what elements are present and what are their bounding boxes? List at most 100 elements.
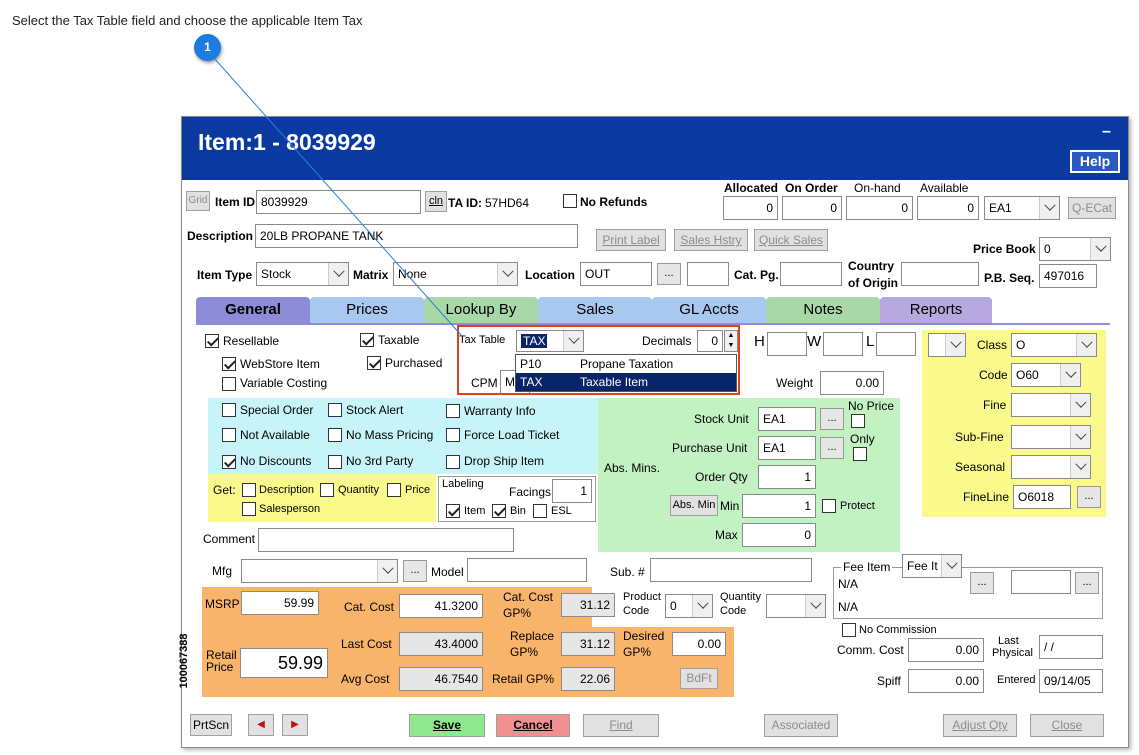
qecat-button[interactable]: Q-ECat <box>1068 197 1116 219</box>
print-label-button[interactable]: Print Label <box>596 229 666 251</box>
no-discounts-checkbox[interactable] <box>222 455 236 469</box>
location-extra-field[interactable] <box>687 262 729 286</box>
fee-lookup-button[interactable]: ... <box>970 572 994 594</box>
resellable-checkbox[interactable] <box>205 334 219 348</box>
comment-field[interactable] <box>258 528 514 552</box>
pb-seq-field[interactable]: 497016 <box>1039 264 1097 288</box>
decimals-field[interactable]: 0 <box>697 330 723 352</box>
force-load-ticket-checkbox[interactable] <box>446 428 460 442</box>
variable-costing-checkbox[interactable] <box>222 377 236 391</box>
code-select[interactable]: O60 <box>1011 363 1081 387</box>
sales-history-button[interactable]: Sales Hstry <box>674 229 748 251</box>
protect-checkbox[interactable] <box>822 499 836 513</box>
facings-field[interactable]: 1 <box>552 479 592 503</box>
no-commission-checkbox[interactable] <box>842 623 856 637</box>
cat-cost-field[interactable]: 41.3200 <box>399 594 483 618</box>
stock-unit-field[interactable]: EA1 <box>758 407 816 431</box>
tab-notes[interactable]: Notes <box>766 297 880 323</box>
height-field[interactable] <box>767 332 807 356</box>
stock-unit-lookup-button[interactable]: ... <box>820 408 844 430</box>
get-salesperson-checkbox[interactable] <box>242 502 256 516</box>
sub-field[interactable] <box>650 558 812 582</box>
price-book-select[interactable]: 0 <box>1039 237 1111 261</box>
tab-prices[interactable]: Prices <box>310 297 424 323</box>
model-field[interactable] <box>467 558 587 582</box>
help-button[interactable]: Help <box>1070 150 1120 173</box>
close-button[interactable]: Close <box>1030 714 1104 737</box>
msrp-field[interactable]: 59.99 <box>241 591 319 615</box>
label-esl-checkbox[interactable] <box>533 504 547 518</box>
bdft-button[interactable]: BdFt <box>680 668 718 689</box>
tab-sales[interactable]: Sales <box>538 297 652 323</box>
print-screen-button[interactable]: PrtScn <box>190 714 232 736</box>
no-price-checkbox[interactable] <box>851 414 865 428</box>
fee-lookup-button-2[interactable]: ... <box>1075 572 1099 594</box>
get-price-checkbox[interactable] <box>387 483 401 497</box>
tab-reports[interactable]: Reports <box>880 297 992 323</box>
mfg-lookup-button[interactable]: ... <box>403 560 427 582</box>
mfg-select[interactable] <box>241 559 398 583</box>
stock-alert-checkbox[interactable] <box>328 403 342 417</box>
max-field[interactable]: 0 <box>742 523 816 547</box>
not-available-checkbox[interactable] <box>222 428 236 442</box>
matrix-select[interactable]: None <box>393 262 518 286</box>
tax-option-p10[interactable]: P10 Propane Taxation <box>516 355 736 373</box>
desired-gp-field[interactable]: 0.00 <box>672 632 726 656</box>
get-description-checkbox[interactable] <box>242 483 256 497</box>
purchase-unit-lookup-button[interactable]: ... <box>820 437 844 459</box>
adjust-qty-button[interactable]: Adjust Qty <box>943 714 1017 737</box>
label-bin-checkbox[interactable] <box>492 504 506 518</box>
tab-lookup-by[interactable]: Lookup By <box>424 297 538 323</box>
purchase-unit-field[interactable]: EA1 <box>758 436 816 460</box>
warranty-info-checkbox[interactable] <box>446 404 460 418</box>
no-3rd-party-checkbox[interactable] <box>328 455 342 469</box>
drop-ship-checkbox[interactable] <box>446 455 460 469</box>
location-field[interactable]: OUT <box>580 262 652 286</box>
tab-general[interactable]: General <box>196 297 310 323</box>
weight-field[interactable]: 0.00 <box>820 371 884 395</box>
decimals-spinner[interactable]: ▲ ▼ <box>724 330 738 352</box>
fine-select[interactable] <box>1011 393 1091 417</box>
purchased-checkbox[interactable] <box>367 356 381 370</box>
country-field[interactable] <box>901 262 979 286</box>
class-select[interactable]: O <box>1011 333 1097 357</box>
next-icon[interactable]: ▶ <box>282 714 308 736</box>
description-field[interactable]: 20LB PROPANE TANK <box>255 224 578 248</box>
uom-select[interactable]: EA1 <box>984 196 1060 220</box>
webstore-checkbox[interactable] <box>222 357 236 371</box>
quick-sales-button[interactable]: Quick Sales <box>754 229 828 251</box>
taxable-checkbox[interactable] <box>360 333 374 347</box>
tax-table-select[interactable]: TAX <box>516 330 584 352</box>
product-code-select[interactable]: 0 <box>665 594 713 618</box>
spiff-field[interactable]: 0.00 <box>908 669 984 693</box>
cat-pg-field[interactable] <box>780 262 842 286</box>
get-quantity-checkbox[interactable] <box>320 483 334 497</box>
location-lookup-button[interactable]: ... <box>657 263 681 285</box>
label-item-checkbox[interactable] <box>446 504 460 518</box>
no-mass-pricing-checkbox[interactable] <box>328 428 342 442</box>
tab-gl-accts[interactable]: GL Accts <box>652 297 766 323</box>
quantity-code-select[interactable] <box>766 594 826 618</box>
special-order-checkbox[interactable] <box>222 403 236 417</box>
fineline-field[interactable]: O6018 <box>1013 485 1071 509</box>
order-qty-field[interactable]: 1 <box>758 465 816 489</box>
tax-option-tax[interactable]: TAX Taxable Item <box>516 373 736 391</box>
length-field[interactable] <box>876 332 916 356</box>
cancel-button[interactable]: Cancel <box>496 714 570 737</box>
fineline-lookup-button[interactable]: ... <box>1077 486 1101 508</box>
comm-cost-field[interactable]: 0.00 <box>908 638 984 662</box>
no-refunds-checkbox[interactable] <box>563 194 577 208</box>
width-field[interactable] <box>823 332 863 356</box>
item-type-select[interactable]: Stock <box>256 262 349 286</box>
fee-field[interactable] <box>1011 570 1071 594</box>
min-field[interactable]: 1 <box>742 494 816 518</box>
seasonal-select[interactable] <box>1011 455 1091 479</box>
minimize-button[interactable]: – <box>1102 123 1111 141</box>
retail-price-field[interactable]: 59.99 <box>240 648 328 678</box>
only-checkbox[interactable] <box>853 447 867 461</box>
cln-button[interactable]: cln <box>425 191 447 212</box>
item-id-field[interactable]: 8039929 <box>256 190 421 214</box>
save-button[interactable]: Save <box>409 714 485 737</box>
grid-button[interactable]: Grid <box>186 191 210 211</box>
sub-fine-select[interactable] <box>1011 425 1091 449</box>
